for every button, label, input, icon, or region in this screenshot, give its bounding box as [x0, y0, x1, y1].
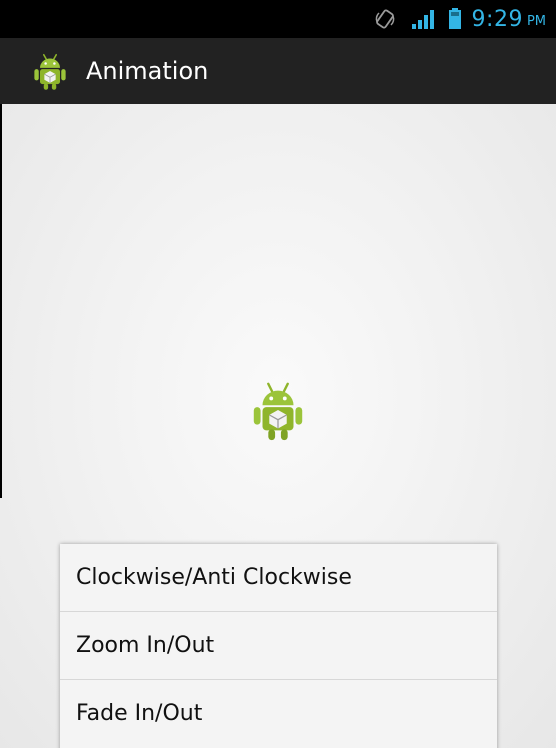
android-robot-icon	[253, 382, 303, 441]
status-icons: 9:29 PM	[374, 6, 546, 32]
app-title: Animation	[86, 57, 209, 85]
status-time: 9:29	[471, 6, 523, 32]
left-divider	[0, 104, 2, 498]
android-robot-icon[interactable]	[30, 51, 70, 91]
menu-item-zoom[interactable]: Zoom In/Out	[60, 612, 497, 680]
popup-menu: Clockwise/Anti Clockwise Zoom In/Out Fad…	[60, 544, 497, 748]
status-ampm: PM	[526, 13, 546, 29]
action-bar: Animation	[0, 38, 556, 104]
signal-icon	[411, 10, 434, 29]
battery-icon	[448, 8, 461, 29]
menu-item-clockwise[interactable]: Clockwise/Anti Clockwise	[60, 544, 497, 612]
menu-item-fade[interactable]: Fade In/Out	[60, 680, 497, 747]
screen: 9:29 PM Animation Clockwise/Anti Clockwi…	[0, 0, 556, 748]
status-bar: 9:29 PM	[0, 0, 556, 38]
rotation-lock-icon	[375, 9, 394, 29]
